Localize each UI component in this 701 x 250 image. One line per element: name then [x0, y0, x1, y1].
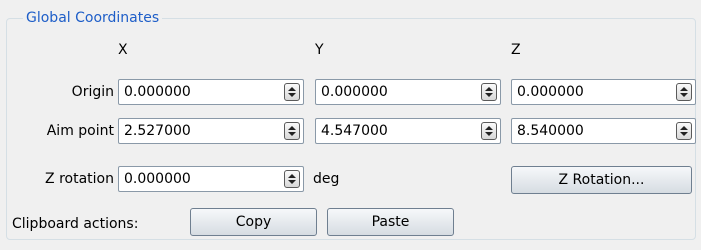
z-rotation-value[interactable]: 0.000000 [124, 169, 191, 189]
origin-x-spinbox[interactable]: 0.000000 [118, 79, 304, 105]
origin-label: Origin [71, 84, 114, 100]
column-header-z: Z [511, 42, 521, 58]
spin-up-down-icon[interactable] [676, 83, 692, 101]
origin-y-spinbox[interactable]: 0.000000 [315, 79, 501, 105]
spin-up-down-icon[interactable] [284, 83, 300, 101]
spin-up-down-icon[interactable] [481, 83, 497, 101]
aim-point-label: Aim point [46, 123, 114, 139]
z-rotation-button[interactable]: Z Rotation... [511, 166, 692, 194]
z-rotation-unit: deg [313, 171, 340, 187]
aim-point-x-spinbox[interactable]: 2.527000 [118, 118, 304, 144]
spin-up-down-icon[interactable] [676, 122, 692, 140]
aim-point-z-spinbox[interactable]: 8.540000 [511, 118, 696, 144]
spin-up-down-icon[interactable] [481, 122, 497, 140]
origin-y-value[interactable]: 0.000000 [321, 82, 388, 102]
origin-z-value[interactable]: 0.000000 [517, 82, 584, 102]
aim-point-y-spinbox[interactable]: 4.547000 [315, 118, 501, 144]
spin-up-down-icon[interactable] [284, 122, 300, 140]
clipboard-actions-label: Clipboard actions: [12, 216, 139, 232]
column-header-y: Y [315, 42, 324, 58]
z-rotation-spinbox[interactable]: 0.000000 [118, 166, 304, 192]
origin-x-value[interactable]: 0.000000 [124, 82, 191, 102]
z-rotation-label: Z rotation [45, 171, 114, 187]
aim-point-y-value[interactable]: 4.547000 [321, 121, 388, 141]
aim-point-z-value[interactable]: 8.540000 [517, 121, 584, 141]
group-title: Global Coordinates [23, 8, 163, 28]
column-header-x: X [118, 42, 128, 58]
copy-button[interactable]: Copy [190, 208, 317, 236]
aim-point-x-value[interactable]: 2.527000 [124, 121, 191, 141]
origin-z-spinbox[interactable]: 0.000000 [511, 79, 696, 105]
paste-button[interactable]: Paste [327, 208, 454, 236]
spin-up-down-icon[interactable] [284, 170, 300, 188]
